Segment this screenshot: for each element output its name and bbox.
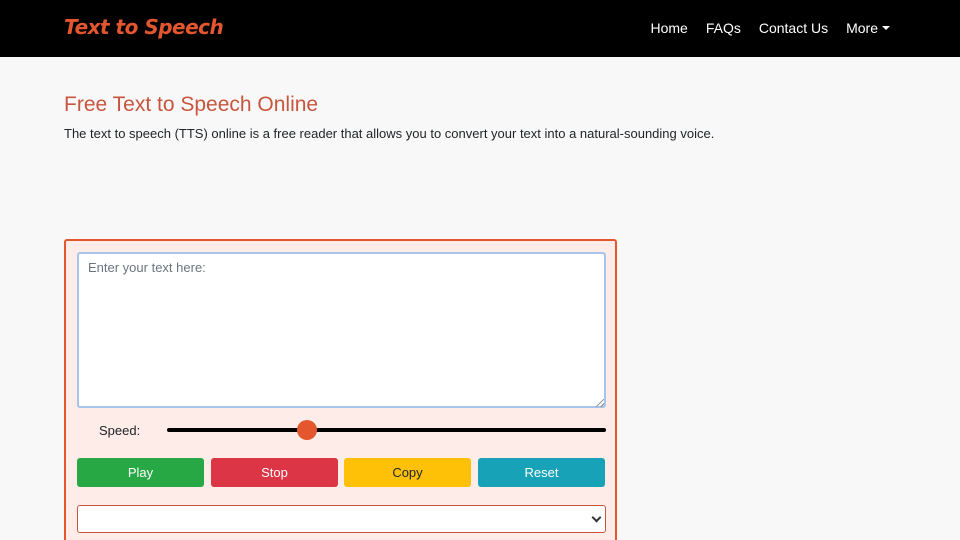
speed-slider-thumb[interactable] bbox=[297, 420, 318, 440]
text-input[interactable] bbox=[77, 252, 606, 408]
speed-label: Speed: bbox=[99, 423, 141, 438]
reset-button[interactable]: Reset bbox=[478, 458, 605, 487]
page-description: The text to speech (TTS) online is a fre… bbox=[64, 126, 715, 141]
copy-button[interactable]: Copy bbox=[344, 458, 471, 487]
nav-link-faqs[interactable]: FAQs bbox=[706, 20, 741, 36]
page-title: Free Text to Speech Online bbox=[64, 93, 319, 116]
chevron-down-icon bbox=[591, 512, 602, 523]
tts-panel: Speed: Play Stop Copy Reset bbox=[64, 239, 617, 540]
play-button[interactable]: Play bbox=[77, 458, 204, 487]
nav-menu: Home FAQs Contact Us More bbox=[650, 20, 890, 36]
nav-dropdown-more[interactable]: More bbox=[846, 20, 890, 36]
voice-select[interactable] bbox=[77, 505, 606, 533]
nav-more-label: More bbox=[846, 20, 878, 36]
brand-logo[interactable]: Text to Speech bbox=[64, 15, 224, 39]
speed-slider-track[interactable] bbox=[167, 428, 606, 432]
nav-link-home[interactable]: Home bbox=[650, 20, 687, 36]
top-navbar: Text to Speech Home FAQs Contact Us More bbox=[0, 0, 960, 57]
caret-down-icon bbox=[882, 26, 890, 30]
stop-button[interactable]: Stop bbox=[211, 458, 338, 487]
nav-link-contact[interactable]: Contact Us bbox=[759, 20, 828, 36]
resize-handle-icon[interactable] bbox=[596, 399, 604, 407]
